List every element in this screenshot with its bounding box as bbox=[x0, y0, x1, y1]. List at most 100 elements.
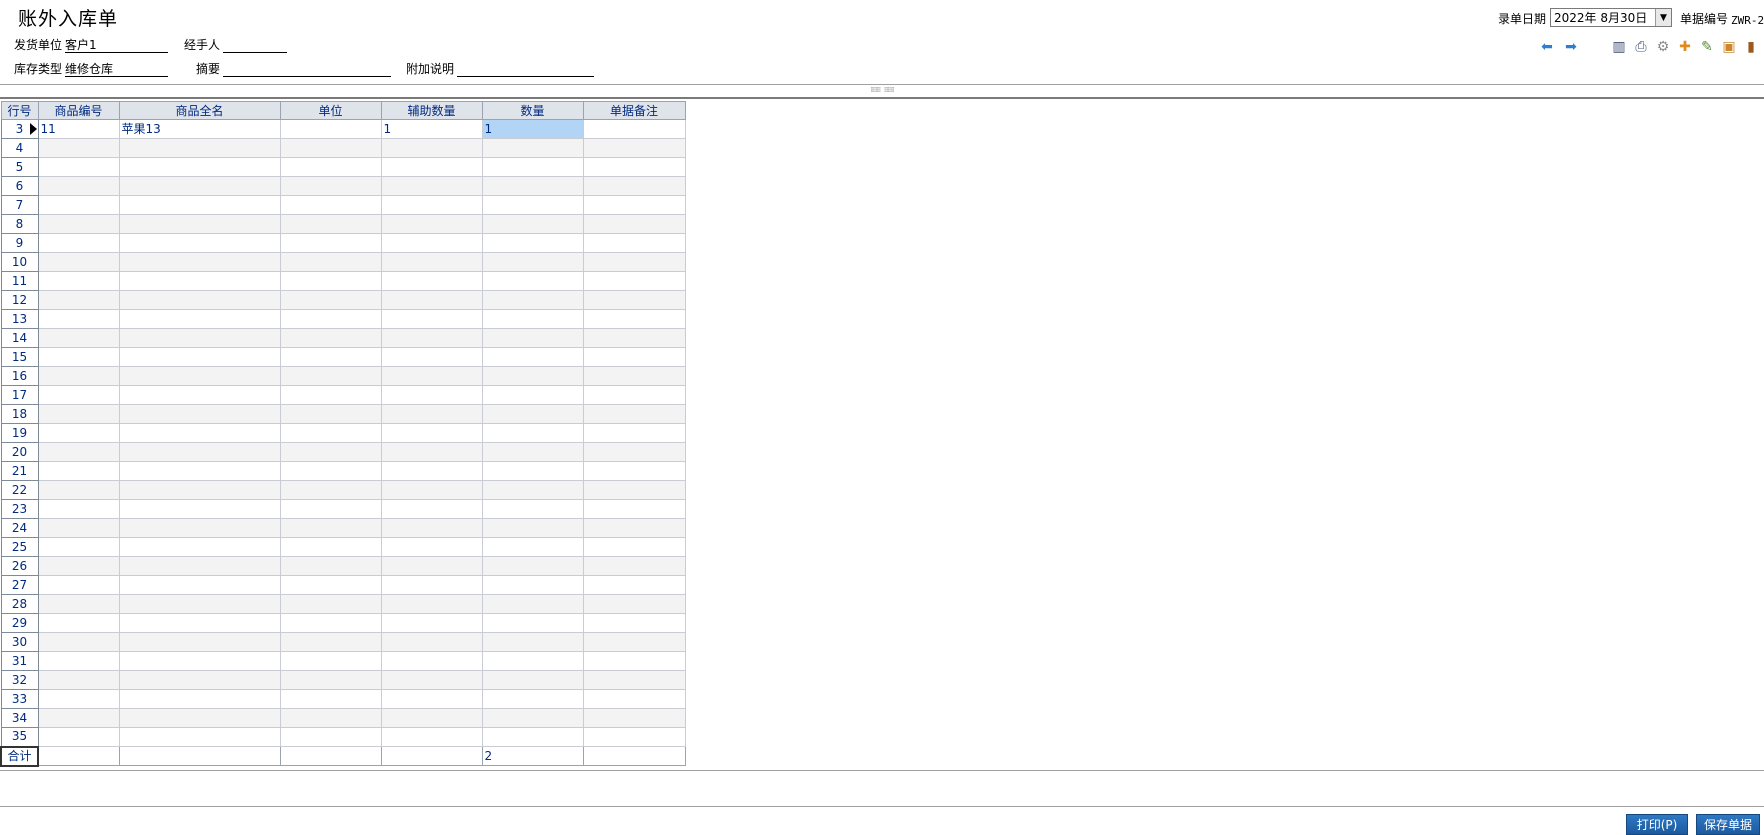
cell-code[interactable] bbox=[37, 632, 120, 652]
handler-field[interactable]: 经手人 bbox=[184, 36, 288, 53]
cell-remark[interactable] bbox=[582, 385, 686, 405]
cell-unit[interactable] bbox=[279, 195, 382, 215]
cell-unit[interactable] bbox=[279, 347, 382, 367]
cell-aux-qty[interactable] bbox=[380, 176, 483, 196]
row-number[interactable]: 20 bbox=[0, 442, 39, 462]
cell-unit[interactable] bbox=[279, 157, 382, 177]
cell-name[interactable] bbox=[118, 423, 281, 443]
cell-remark[interactable] bbox=[582, 575, 686, 595]
cell-unit[interactable] bbox=[279, 632, 382, 652]
table-row[interactable]: 25 bbox=[0, 537, 686, 557]
cell-name[interactable] bbox=[118, 632, 281, 652]
cell-remark[interactable] bbox=[582, 632, 686, 652]
cell-name[interactable] bbox=[118, 537, 281, 557]
cell-name[interactable] bbox=[118, 404, 281, 424]
row-number[interactable]: 9 bbox=[0, 233, 39, 253]
cell-aux-qty[interactable] bbox=[380, 328, 483, 348]
table-row[interactable]: 29 bbox=[0, 613, 686, 633]
row-number[interactable]: 4 bbox=[0, 138, 39, 158]
cell-code[interactable] bbox=[37, 423, 120, 443]
cell-name[interactable] bbox=[118, 518, 281, 538]
cell-code[interactable] bbox=[37, 461, 120, 481]
cell-aux-qty[interactable] bbox=[380, 689, 483, 709]
cell-aux-qty[interactable] bbox=[380, 233, 483, 253]
table-row[interactable]: 27 bbox=[0, 575, 686, 595]
cell-unit[interactable] bbox=[279, 537, 382, 557]
cell-code[interactable] bbox=[37, 176, 120, 196]
cell-name[interactable] bbox=[118, 556, 281, 576]
table-row[interactable]: 10 bbox=[0, 252, 686, 272]
cell-qty[interactable] bbox=[481, 290, 584, 310]
cell-code[interactable] bbox=[37, 537, 120, 557]
cell-remark[interactable] bbox=[582, 290, 686, 310]
chart-icon[interactable]: ▥ bbox=[1610, 38, 1628, 56]
table-row[interactable]: 16 bbox=[0, 366, 686, 386]
cell-aux-qty[interactable] bbox=[380, 651, 483, 671]
cell-aux-qty[interactable] bbox=[380, 461, 483, 481]
cell-code[interactable] bbox=[37, 290, 120, 310]
printer-icon[interactable]: ⎙ bbox=[1632, 38, 1650, 56]
cell-name[interactable] bbox=[118, 195, 281, 215]
stock-type-field[interactable]: 库存类型 维修仓库 bbox=[14, 60, 169, 77]
row-number[interactable]: 30 bbox=[0, 632, 39, 652]
row-number[interactable]: 11 bbox=[0, 271, 39, 291]
cell-code[interactable] bbox=[37, 575, 120, 595]
cell-remark[interactable] bbox=[582, 328, 686, 348]
cell-qty[interactable] bbox=[481, 461, 584, 481]
cell-aux-qty[interactable] bbox=[380, 442, 483, 462]
cell-aux-qty[interactable] bbox=[380, 157, 483, 177]
cell-name[interactable] bbox=[118, 385, 281, 405]
cell-qty[interactable] bbox=[481, 594, 584, 614]
cell-aux-qty[interactable] bbox=[380, 271, 483, 291]
cell-qty[interactable] bbox=[481, 252, 584, 272]
table-row[interactable]: 24 bbox=[0, 518, 686, 538]
cell-name[interactable] bbox=[118, 575, 281, 595]
cell-unit[interactable] bbox=[279, 290, 382, 310]
cell-unit[interactable] bbox=[279, 328, 382, 348]
cell-remark[interactable] bbox=[582, 556, 686, 576]
cell-name[interactable] bbox=[118, 309, 281, 329]
cell-name[interactable] bbox=[118, 138, 281, 158]
cell-qty[interactable] bbox=[481, 157, 584, 177]
cell-qty[interactable] bbox=[481, 537, 584, 557]
cell-unit[interactable] bbox=[279, 366, 382, 386]
table-row[interactable]: 35 bbox=[0, 727, 686, 747]
cell-unit[interactable] bbox=[279, 442, 382, 462]
cell-qty[interactable] bbox=[481, 575, 584, 595]
cell-qty[interactable] bbox=[481, 271, 584, 291]
cell-qty[interactable] bbox=[481, 214, 584, 234]
cell-code[interactable]: 11 bbox=[37, 119, 120, 139]
cell-qty[interactable] bbox=[481, 632, 584, 652]
cell-unit[interactable] bbox=[279, 233, 382, 253]
cell-qty[interactable] bbox=[481, 556, 584, 576]
cell-remark[interactable] bbox=[582, 461, 686, 481]
cell-code[interactable] bbox=[37, 556, 120, 576]
cell-remark[interactable] bbox=[582, 271, 686, 291]
cell-unit[interactable] bbox=[279, 499, 382, 519]
row-number[interactable]: 28 bbox=[0, 594, 39, 614]
cell-code[interactable] bbox=[37, 708, 120, 728]
row-number[interactable]: 12 bbox=[0, 290, 39, 310]
table-row[interactable]: 9 bbox=[0, 233, 686, 253]
cell-remark[interactable] bbox=[582, 651, 686, 671]
row-number[interactable]: 27 bbox=[0, 575, 39, 595]
cell-qty[interactable] bbox=[481, 404, 584, 424]
cell-aux-qty[interactable] bbox=[380, 499, 483, 519]
cell-code[interactable] bbox=[37, 233, 120, 253]
table-row[interactable]: 22 bbox=[0, 480, 686, 500]
detail-grid[interactable]: 行号 商品编号 商品全名 单位 辅助数量 数量 单据备注 3 11 苹果13 1 1 4 5… bbox=[0, 101, 686, 767]
row-number[interactable]: 22 bbox=[0, 480, 39, 500]
cell-unit[interactable] bbox=[279, 176, 382, 196]
cell-aux-qty[interactable] bbox=[380, 195, 483, 215]
cell-aux-qty[interactable] bbox=[380, 309, 483, 329]
cell-aux-qty[interactable] bbox=[380, 138, 483, 158]
supplier-value[interactable]: 客户1 bbox=[65, 38, 169, 53]
row-number[interactable]: 6 bbox=[0, 176, 39, 196]
cell-unit[interactable] bbox=[279, 461, 382, 481]
arrow-right-icon[interactable]: ➡ bbox=[1562, 38, 1580, 56]
cell-remark[interactable] bbox=[582, 423, 686, 443]
cell-aux-qty[interactable] bbox=[380, 556, 483, 576]
row-number[interactable]: 31 bbox=[0, 651, 39, 671]
cell-unit[interactable] bbox=[279, 138, 382, 158]
cell-aux-qty[interactable] bbox=[380, 290, 483, 310]
